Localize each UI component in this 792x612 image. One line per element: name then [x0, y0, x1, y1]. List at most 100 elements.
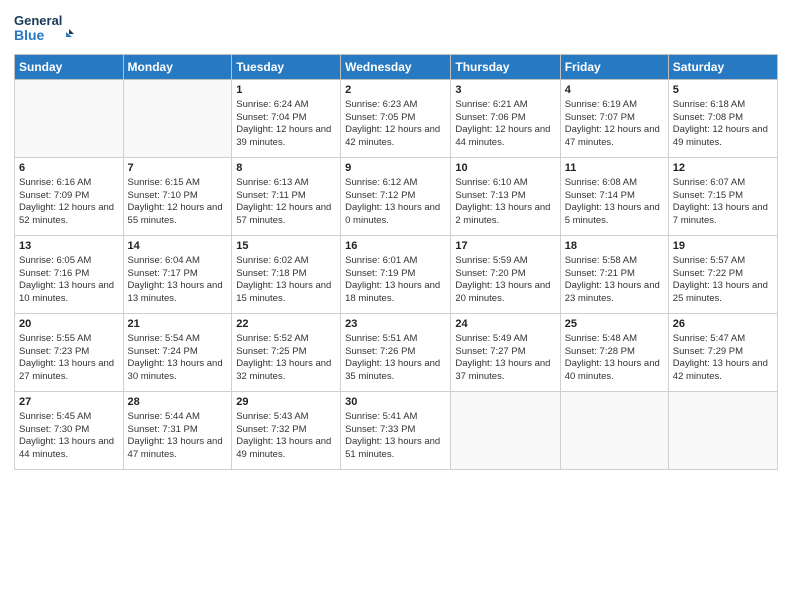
- calendar-cell: 18Sunrise: 5:58 AMSunset: 7:21 PMDayligh…: [560, 236, 668, 314]
- day-number: 6: [19, 161, 119, 176]
- day-number: 28: [128, 395, 228, 410]
- calendar-cell: 5Sunrise: 6:18 AMSunset: 7:08 PMDaylight…: [668, 80, 777, 158]
- calendar-cell: 16Sunrise: 6:01 AMSunset: 7:19 PMDayligh…: [341, 236, 451, 314]
- day-detail: Sunrise: 6:12 AMSunset: 7:12 PMDaylight:…: [345, 177, 446, 228]
- day-detail: Sunrise: 5:55 AMSunset: 7:23 PMDaylight:…: [19, 333, 119, 384]
- day-number: 11: [565, 161, 664, 176]
- day-detail: Sunrise: 5:58 AMSunset: 7:21 PMDaylight:…: [565, 255, 664, 306]
- day-detail: Sunrise: 6:21 AMSunset: 7:06 PMDaylight:…: [455, 99, 555, 150]
- day-number: 3: [455, 83, 555, 98]
- calendar-cell: 25Sunrise: 5:48 AMSunset: 7:28 PMDayligh…: [560, 314, 668, 392]
- day-number: 16: [345, 239, 446, 254]
- day-number: 25: [565, 317, 664, 332]
- calendar-cell: 12Sunrise: 6:07 AMSunset: 7:15 PMDayligh…: [668, 158, 777, 236]
- day-detail: Sunrise: 5:43 AMSunset: 7:32 PMDaylight:…: [236, 411, 336, 462]
- logo: General Blue: [14, 10, 74, 46]
- day-number: 23: [345, 317, 446, 332]
- day-header: Sunday: [15, 55, 124, 80]
- calendar-cell: 2Sunrise: 6:23 AMSunset: 7:05 PMDaylight…: [341, 80, 451, 158]
- day-number: 26: [673, 317, 773, 332]
- day-detail: Sunrise: 5:49 AMSunset: 7:27 PMDaylight:…: [455, 333, 555, 384]
- day-detail: Sunrise: 6:24 AMSunset: 7:04 PMDaylight:…: [236, 99, 336, 150]
- day-detail: Sunrise: 5:54 AMSunset: 7:24 PMDaylight:…: [128, 333, 228, 384]
- calendar-cell: 27Sunrise: 5:45 AMSunset: 7:30 PMDayligh…: [15, 392, 124, 470]
- day-number: 30: [345, 395, 446, 410]
- day-detail: Sunrise: 6:07 AMSunset: 7:15 PMDaylight:…: [673, 177, 773, 228]
- header-row: SundayMondayTuesdayWednesdayThursdayFrid…: [15, 55, 778, 80]
- day-number: 18: [565, 239, 664, 254]
- calendar-cell: 24Sunrise: 5:49 AMSunset: 7:27 PMDayligh…: [451, 314, 560, 392]
- day-header: Friday: [560, 55, 668, 80]
- day-number: 2: [345, 83, 446, 98]
- day-detail: Sunrise: 5:57 AMSunset: 7:22 PMDaylight:…: [673, 255, 773, 306]
- day-number: 20: [19, 317, 119, 332]
- day-number: 24: [455, 317, 555, 332]
- day-number: 5: [673, 83, 773, 98]
- calendar-cell: 14Sunrise: 6:04 AMSunset: 7:17 PMDayligh…: [123, 236, 232, 314]
- day-number: 9: [345, 161, 446, 176]
- day-detail: Sunrise: 6:04 AMSunset: 7:17 PMDaylight:…: [128, 255, 228, 306]
- day-detail: Sunrise: 5:41 AMSunset: 7:33 PMDaylight:…: [345, 411, 446, 462]
- day-number: 17: [455, 239, 555, 254]
- day-number: 10: [455, 161, 555, 176]
- day-number: 21: [128, 317, 228, 332]
- calendar-week-row: 13Sunrise: 6:05 AMSunset: 7:16 PMDayligh…: [15, 236, 778, 314]
- calendar-cell: 29Sunrise: 5:43 AMSunset: 7:32 PMDayligh…: [232, 392, 341, 470]
- day-header: Tuesday: [232, 55, 341, 80]
- calendar-cell: 30Sunrise: 5:41 AMSunset: 7:33 PMDayligh…: [341, 392, 451, 470]
- day-number: 8: [236, 161, 336, 176]
- day-detail: Sunrise: 6:05 AMSunset: 7:16 PMDaylight:…: [19, 255, 119, 306]
- day-number: 14: [128, 239, 228, 254]
- calendar-cell: 6Sunrise: 6:16 AMSunset: 7:09 PMDaylight…: [15, 158, 124, 236]
- day-number: 12: [673, 161, 773, 176]
- day-detail: Sunrise: 5:48 AMSunset: 7:28 PMDaylight:…: [565, 333, 664, 384]
- day-detail: Sunrise: 5:47 AMSunset: 7:29 PMDaylight:…: [673, 333, 773, 384]
- day-detail: Sunrise: 6:10 AMSunset: 7:13 PMDaylight:…: [455, 177, 555, 228]
- calendar-cell: [15, 80, 124, 158]
- day-detail: Sunrise: 5:59 AMSunset: 7:20 PMDaylight:…: [455, 255, 555, 306]
- calendar-cell: 13Sunrise: 6:05 AMSunset: 7:16 PMDayligh…: [15, 236, 124, 314]
- day-detail: Sunrise: 6:19 AMSunset: 7:07 PMDaylight:…: [565, 99, 664, 150]
- day-detail: Sunrise: 6:02 AMSunset: 7:18 PMDaylight:…: [236, 255, 336, 306]
- calendar-cell: 8Sunrise: 6:13 AMSunset: 7:11 PMDaylight…: [232, 158, 341, 236]
- day-number: 1: [236, 83, 336, 98]
- calendar-week-row: 20Sunrise: 5:55 AMSunset: 7:23 PMDayligh…: [15, 314, 778, 392]
- calendar-cell: [560, 392, 668, 470]
- day-detail: Sunrise: 5:52 AMSunset: 7:25 PMDaylight:…: [236, 333, 336, 384]
- calendar-cell: 17Sunrise: 5:59 AMSunset: 7:20 PMDayligh…: [451, 236, 560, 314]
- day-detail: Sunrise: 6:18 AMSunset: 7:08 PMDaylight:…: [673, 99, 773, 150]
- calendar-cell: [668, 392, 777, 470]
- day-number: 29: [236, 395, 336, 410]
- calendar-week-row: 1Sunrise: 6:24 AMSunset: 7:04 PMDaylight…: [15, 80, 778, 158]
- calendar-cell: [123, 80, 232, 158]
- day-number: 13: [19, 239, 119, 254]
- calendar-cell: 1Sunrise: 6:24 AMSunset: 7:04 PMDaylight…: [232, 80, 341, 158]
- day-number: 7: [128, 161, 228, 176]
- day-detail: Sunrise: 5:45 AMSunset: 7:30 PMDaylight:…: [19, 411, 119, 462]
- page-container: General Blue SundayMondayTuesdayWednesda…: [0, 0, 792, 480]
- day-header: Monday: [123, 55, 232, 80]
- calendar-cell: 11Sunrise: 6:08 AMSunset: 7:14 PMDayligh…: [560, 158, 668, 236]
- svg-text:Blue: Blue: [14, 27, 45, 43]
- day-header: Saturday: [668, 55, 777, 80]
- day-number: 15: [236, 239, 336, 254]
- day-detail: Sunrise: 6:01 AMSunset: 7:19 PMDaylight:…: [345, 255, 446, 306]
- calendar-cell: 10Sunrise: 6:10 AMSunset: 7:13 PMDayligh…: [451, 158, 560, 236]
- calendar-table: SundayMondayTuesdayWednesdayThursdayFrid…: [14, 54, 778, 470]
- calendar-cell: 19Sunrise: 5:57 AMSunset: 7:22 PMDayligh…: [668, 236, 777, 314]
- header: General Blue: [14, 10, 778, 46]
- logo-svg: General Blue: [14, 10, 74, 46]
- day-detail: Sunrise: 6:13 AMSunset: 7:11 PMDaylight:…: [236, 177, 336, 228]
- calendar-cell: 26Sunrise: 5:47 AMSunset: 7:29 PMDayligh…: [668, 314, 777, 392]
- day-detail: Sunrise: 5:51 AMSunset: 7:26 PMDaylight:…: [345, 333, 446, 384]
- calendar-cell: 28Sunrise: 5:44 AMSunset: 7:31 PMDayligh…: [123, 392, 232, 470]
- day-detail: Sunrise: 6:15 AMSunset: 7:10 PMDaylight:…: [128, 177, 228, 228]
- calendar-cell: 23Sunrise: 5:51 AMSunset: 7:26 PMDayligh…: [341, 314, 451, 392]
- day-number: 27: [19, 395, 119, 410]
- calendar-cell: 7Sunrise: 6:15 AMSunset: 7:10 PMDaylight…: [123, 158, 232, 236]
- calendar-cell: 3Sunrise: 6:21 AMSunset: 7:06 PMDaylight…: [451, 80, 560, 158]
- day-number: 4: [565, 83, 664, 98]
- day-detail: Sunrise: 6:08 AMSunset: 7:14 PMDaylight:…: [565, 177, 664, 228]
- day-number: 19: [673, 239, 773, 254]
- calendar-week-row: 6Sunrise: 6:16 AMSunset: 7:09 PMDaylight…: [15, 158, 778, 236]
